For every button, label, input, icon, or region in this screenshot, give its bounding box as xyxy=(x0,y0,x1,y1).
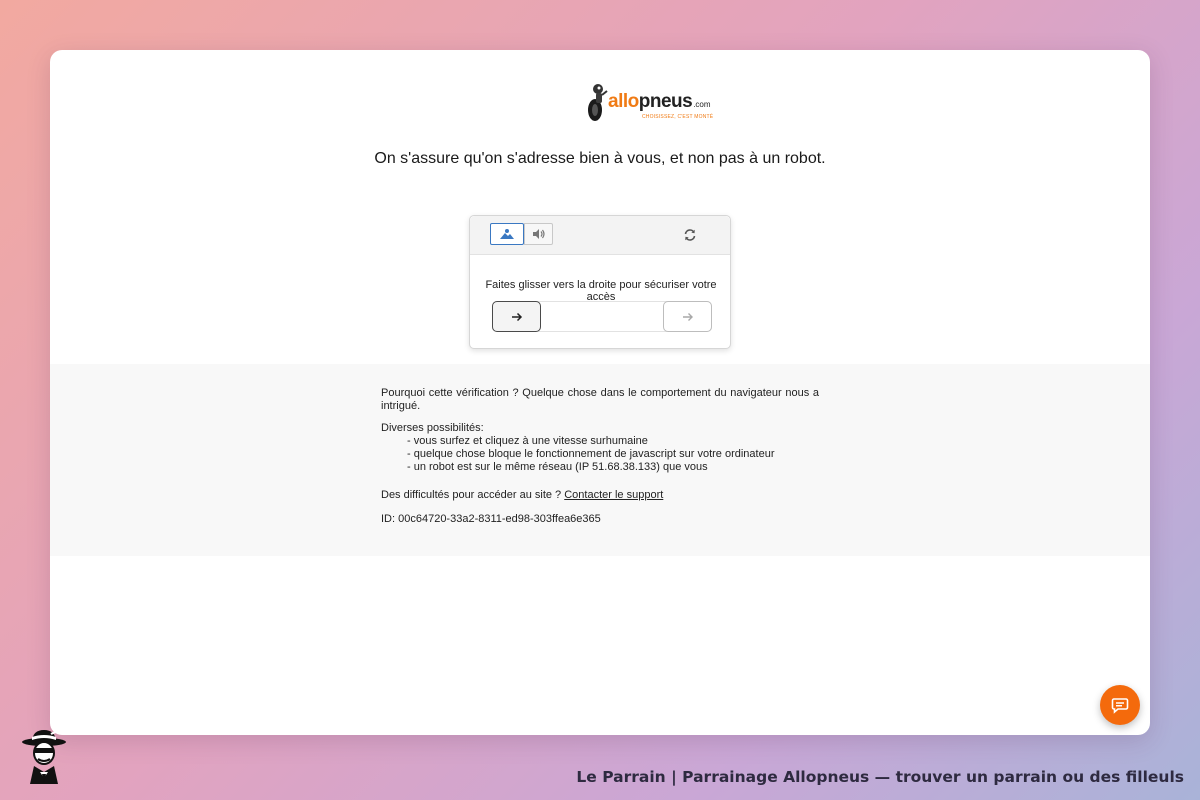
chat-icon xyxy=(1111,698,1129,714)
list-item: - un robot est sur le même réseau (IP 51… xyxy=(407,461,708,473)
info-text: Pourquoi cette vérification ? Quelque ch… xyxy=(381,387,819,526)
captcha-instruction: Faites glisser vers la droite pour sécur… xyxy=(485,279,717,303)
contact-support-link[interactable]: Contacter le support xyxy=(564,489,663,501)
chat-button[interactable] xyxy=(1100,685,1140,725)
logo-tagline: CHOISISSEZ, C'EST MONTÉ xyxy=(642,114,714,120)
captcha-toolbar xyxy=(470,216,730,255)
possibilities-title: Diverses possibilités: xyxy=(381,422,484,434)
list-item: - quelque chose bloque le fonctionnement… xyxy=(407,448,775,460)
arrow-right-icon xyxy=(511,312,522,321)
captcha-page-card: allo pneus .com CHOISISSEZ, C'EST MONTÉ On… xyxy=(50,50,1150,735)
audio-mode-button[interactable] xyxy=(524,223,553,245)
logo-brand-suffix: .com xyxy=(693,100,711,109)
why-verification-text: Pourquoi cette vérification ? Quelque ch… xyxy=(381,387,819,412)
support-prefix: Des difficultés pour accéder au site ? xyxy=(381,489,565,501)
logo-wordmark: allo pneus .com xyxy=(608,91,711,113)
logo-brand-part1: allo xyxy=(608,91,639,112)
refresh-icon xyxy=(684,229,696,241)
list-item: - vous surfez et cliquez à une vitesse s… xyxy=(407,435,648,447)
allopneus-logo: allo pneus .com CHOISISSEZ, C'EST MONTÉ xyxy=(586,80,716,124)
slider-handle[interactable] xyxy=(492,301,541,332)
tire-mascot-icon xyxy=(588,84,608,121)
slider-captcha: Faites glisser vers la droite pour sécur… xyxy=(469,215,731,349)
godfather-mascot-icon xyxy=(18,728,70,784)
slider-target xyxy=(663,301,712,332)
logo-brand-part2: pneus xyxy=(638,91,693,112)
page-headline: On s'assure qu'on s'adresse bien à vous,… xyxy=(374,150,826,167)
image-icon xyxy=(500,229,514,239)
info-section: Pourquoi cette vérification ? Quelque ch… xyxy=(50,364,1150,556)
request-id: ID: 00c64720-33a2-8311-ed98-303ffea6e365 xyxy=(381,513,601,525)
arrow-right-icon xyxy=(682,312,693,321)
speaker-icon xyxy=(532,229,545,239)
image-mode-button[interactable] xyxy=(490,223,524,245)
support-line: Des difficultés pour accéder au site ? C… xyxy=(381,489,819,502)
possibilities-list: - vous surfez et cliquez à une vitesse s… xyxy=(407,435,819,474)
refresh-button[interactable] xyxy=(681,226,699,244)
footer-page-title: Le Parrain | Parrainage Allopneus — trou… xyxy=(576,768,1184,786)
